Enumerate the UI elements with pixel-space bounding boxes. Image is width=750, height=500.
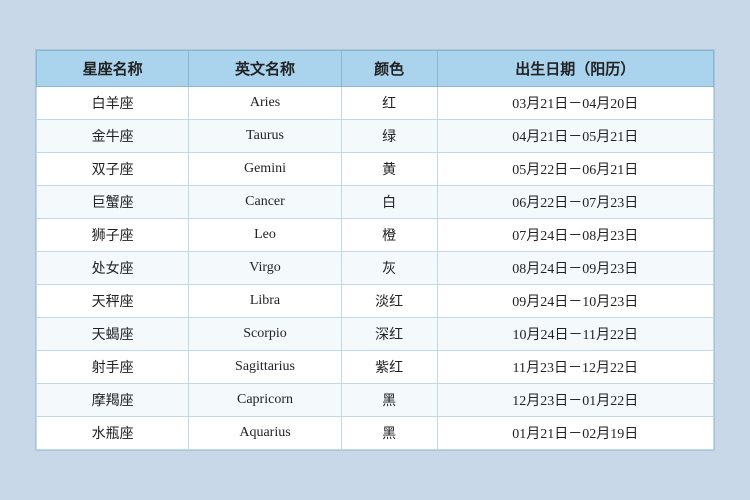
table-row: 白羊座Aries红03月21日－04月20日 (37, 87, 714, 120)
cell-color: 黄 (341, 153, 437, 186)
table-row: 摩羯座Capricorn黑12月23日－01月22日 (37, 384, 714, 417)
table-row: 天秤座Libra淡红09月24日－10月23日 (37, 285, 714, 318)
cell-color: 灰 (341, 252, 437, 285)
cell-color: 红 (341, 87, 437, 120)
zodiac-table-wrapper: 星座名称 英文名称 颜色 出生日期（阳历） 白羊座Aries红03月21日－04… (35, 49, 715, 451)
cell-color: 绿 (341, 120, 437, 153)
cell-color: 黑 (341, 384, 437, 417)
cell-dates: 04月21日－05月21日 (437, 120, 713, 153)
cell-color: 深红 (341, 318, 437, 351)
cell-english: Scorpio (189, 318, 341, 351)
cell-chinese: 射手座 (37, 351, 189, 384)
cell-color: 白 (341, 186, 437, 219)
cell-color: 紫红 (341, 351, 437, 384)
cell-chinese: 双子座 (37, 153, 189, 186)
table-row: 天蝎座Scorpio深红10月24日－11月22日 (37, 318, 714, 351)
cell-english: Aries (189, 87, 341, 120)
table-row: 水瓶座Aquarius黑01月21日－02月19日 (37, 417, 714, 450)
cell-chinese: 白羊座 (37, 87, 189, 120)
col-header-color: 颜色 (341, 51, 437, 87)
cell-english: Sagittarius (189, 351, 341, 384)
cell-dates: 01月21日－02月19日 (437, 417, 713, 450)
col-header-english: 英文名称 (189, 51, 341, 87)
cell-dates: 12月23日－01月22日 (437, 384, 713, 417)
cell-dates: 09月24日－10月23日 (437, 285, 713, 318)
cell-dates: 06月22日－07月23日 (437, 186, 713, 219)
cell-color: 橙 (341, 219, 437, 252)
cell-english: Aquarius (189, 417, 341, 450)
table-body: 白羊座Aries红03月21日－04月20日金牛座Taurus绿04月21日－0… (37, 87, 714, 450)
cell-english: Cancer (189, 186, 341, 219)
cell-chinese: 金牛座 (37, 120, 189, 153)
cell-chinese: 水瓶座 (37, 417, 189, 450)
cell-english: Capricorn (189, 384, 341, 417)
cell-chinese: 狮子座 (37, 219, 189, 252)
col-header-chinese: 星座名称 (37, 51, 189, 87)
cell-dates: 08月24日－09月23日 (437, 252, 713, 285)
cell-dates: 10月24日－11月22日 (437, 318, 713, 351)
table-row: 狮子座Leo橙07月24日－08月23日 (37, 219, 714, 252)
table-row: 金牛座Taurus绿04月21日－05月21日 (37, 120, 714, 153)
cell-chinese: 摩羯座 (37, 384, 189, 417)
table-row: 处女座Virgo灰08月24日－09月23日 (37, 252, 714, 285)
cell-color: 淡红 (341, 285, 437, 318)
cell-english: Gemini (189, 153, 341, 186)
col-header-dates: 出生日期（阳历） (437, 51, 713, 87)
table-row: 射手座Sagittarius紫红11月23日－12月22日 (37, 351, 714, 384)
cell-color: 黑 (341, 417, 437, 450)
cell-dates: 07月24日－08月23日 (437, 219, 713, 252)
cell-dates: 05月22日－06月21日 (437, 153, 713, 186)
cell-chinese: 巨蟹座 (37, 186, 189, 219)
table-row: 双子座Gemini黄05月22日－06月21日 (37, 153, 714, 186)
cell-chinese: 处女座 (37, 252, 189, 285)
cell-dates: 03月21日－04月20日 (437, 87, 713, 120)
cell-english: Leo (189, 219, 341, 252)
cell-chinese: 天蝎座 (37, 318, 189, 351)
cell-dates: 11月23日－12月22日 (437, 351, 713, 384)
cell-english: Libra (189, 285, 341, 318)
table-header-row: 星座名称 英文名称 颜色 出生日期（阳历） (37, 51, 714, 87)
table-row: 巨蟹座Cancer白06月22日－07月23日 (37, 186, 714, 219)
cell-chinese: 天秤座 (37, 285, 189, 318)
cell-english: Taurus (189, 120, 341, 153)
cell-english: Virgo (189, 252, 341, 285)
zodiac-table: 星座名称 英文名称 颜色 出生日期（阳历） 白羊座Aries红03月21日－04… (36, 50, 714, 450)
